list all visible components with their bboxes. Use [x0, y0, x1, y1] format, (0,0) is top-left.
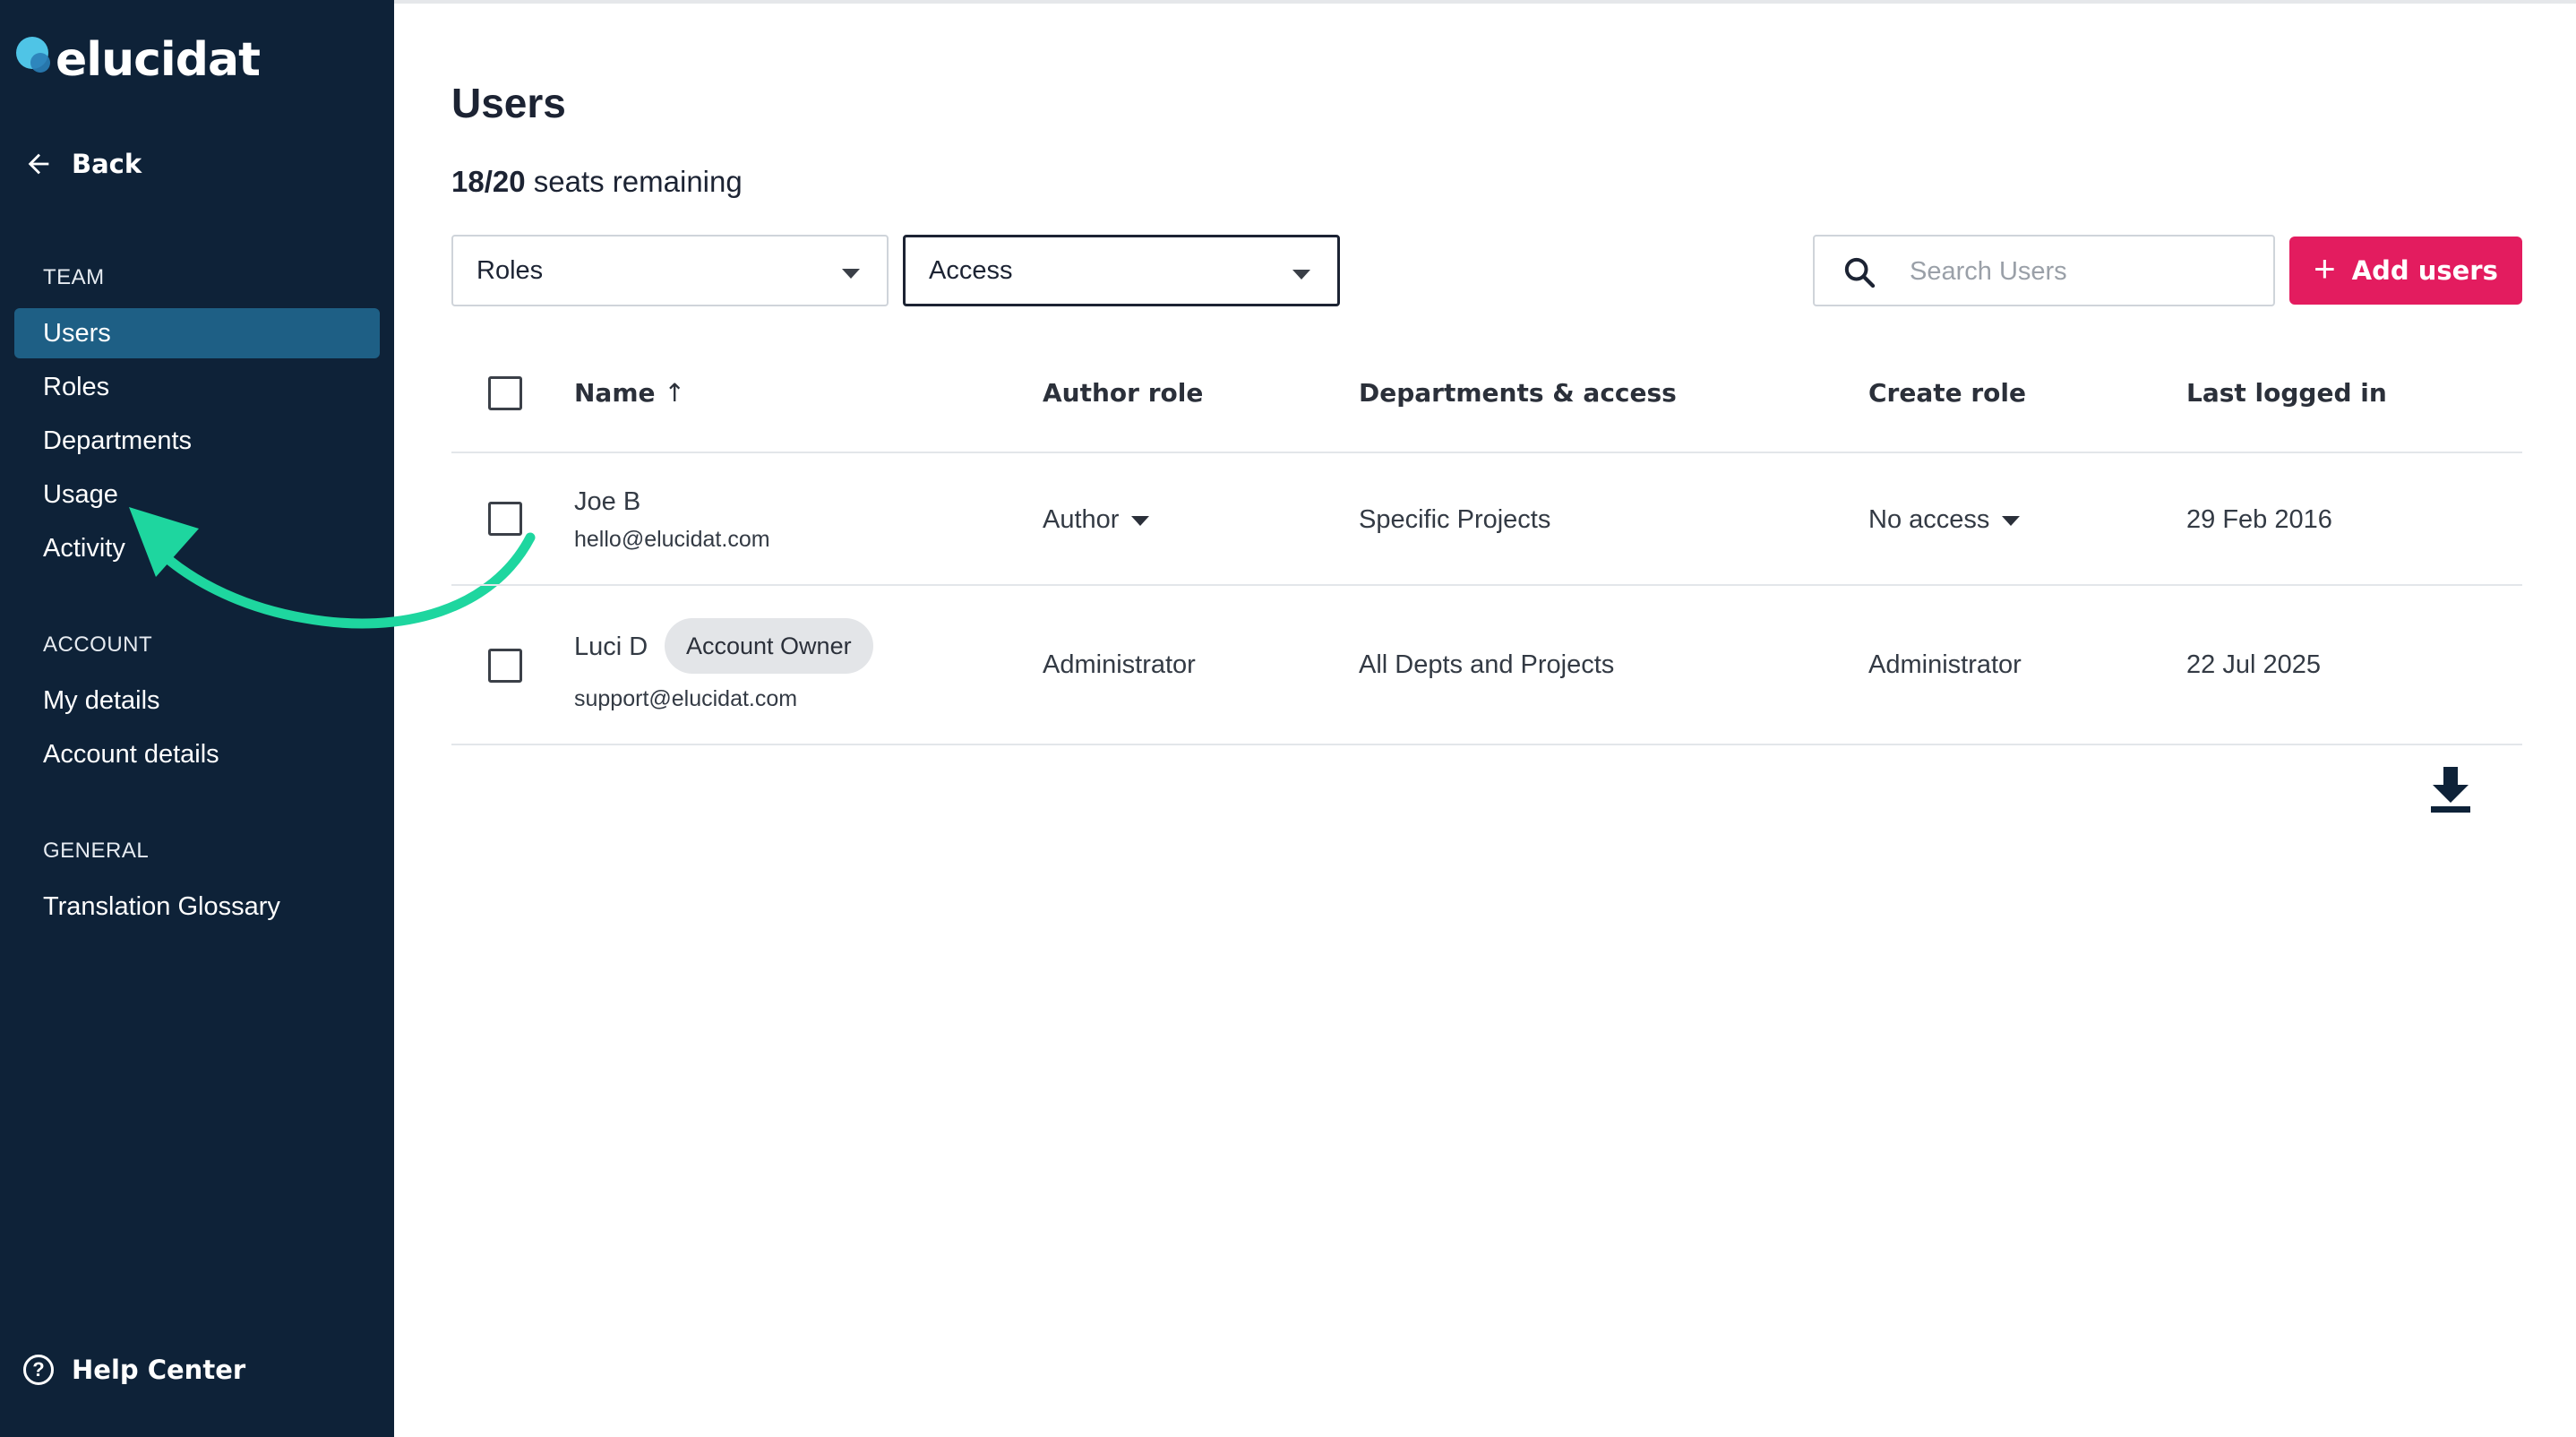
page-title: Users — [451, 80, 566, 126]
seats-count: 18/20 — [451, 165, 526, 198]
plus-icon: + — [2314, 247, 2336, 289]
roles-filter-select[interactable]: Roles — [451, 235, 889, 306]
column-header-name[interactable]: Name ↑ — [574, 378, 685, 408]
sidebar: elucidat Back TEAM Users Roles Departmen… — [0, 0, 394, 1437]
caret-down-icon — [1131, 516, 1150, 526]
help-center-link[interactable]: ? Help Center — [23, 1355, 245, 1385]
account-owner-badge: Account Owner — [665, 618, 873, 674]
sidebar-item-translation-glossary[interactable]: Translation Glossary — [14, 882, 380, 932]
help-center-label: Help Center — [72, 1355, 246, 1385]
author-role: Administrator — [1043, 650, 1196, 679]
elucidat-logo[interactable]: elucidat — [16, 29, 261, 91]
author-role-dropdown[interactable]: Author — [1043, 505, 1150, 535]
column-header-create-role: Create role — [1868, 378, 2026, 408]
user-email: hello@elucidat.com — [574, 527, 770, 552]
access-filter-label: Access — [929, 255, 1013, 285]
column-header-name-label: Name — [574, 378, 656, 408]
add-users-label: Add users — [2351, 255, 2498, 286]
sidebar-item-account-details[interactable]: Account details — [14, 729, 380, 779]
search-box — [1813, 235, 2275, 306]
row-checkbox[interactable] — [488, 649, 522, 683]
author-role-value: Author — [1043, 505, 1120, 534]
search-icon — [1844, 257, 1876, 288]
sidebar-item-users[interactable]: Users — [14, 308, 380, 358]
roles-filter-label: Roles — [477, 255, 544, 285]
departments-access: All Depts and Projects — [1359, 650, 1615, 679]
create-role-value: No access — [1868, 505, 1990, 534]
seats-remaining: 18/20 seats remaining — [451, 165, 743, 199]
arrow-left-icon — [28, 153, 49, 175]
row-divider — [451, 584, 2522, 586]
chevron-down-icon — [1292, 270, 1310, 280]
column-header-author-role: Author role — [1043, 378, 1204, 408]
select-all-checkbox[interactable] — [488, 376, 522, 410]
user-email: support@elucidat.com — [574, 686, 798, 711]
download-icon[interactable] — [2431, 767, 2470, 813]
seats-text: seats remaining — [525, 165, 743, 198]
add-users-button[interactable]: + Add users — [2289, 237, 2522, 305]
user-name: Joe B — [574, 487, 641, 516]
access-filter-select[interactable]: Access — [903, 235, 1340, 306]
back-label: Back — [72, 149, 142, 179]
chevron-down-icon — [842, 269, 860, 279]
table-header-divider — [451, 452, 2522, 453]
top-border — [394, 0, 2576, 4]
annotation-arrow-icon — [129, 507, 536, 629]
caret-down-icon — [2002, 516, 2021, 526]
last-logged-in: 29 Feb 2016 — [2186, 505, 2332, 534]
sidebar-item-my-details[interactable]: My details — [14, 675, 380, 726]
row-checkbox[interactable] — [488, 502, 522, 536]
create-role: Administrator — [1868, 650, 2022, 679]
sidebar-item-departments[interactable]: Departments — [14, 416, 380, 466]
section-title-general: GENERAL — [43, 839, 150, 863]
column-header-last-logged-in: Last logged in — [2186, 378, 2387, 408]
user-name: Luci D — [574, 632, 648, 661]
departments-access: Specific Projects — [1359, 505, 1551, 534]
logo-mark-icon — [16, 33, 61, 87]
help-icon: ? — [23, 1355, 54, 1385]
column-header-departments: Departments & access — [1359, 378, 1677, 408]
create-role-dropdown[interactable]: No access — [1868, 505, 2021, 535]
sort-ascending-icon: ↑ — [664, 378, 685, 408]
logo-text: elucidat — [56, 33, 261, 87]
section-title-team: TEAM — [43, 265, 105, 289]
sidebar-item-roles[interactable]: Roles — [14, 362, 380, 412]
search-input[interactable] — [1910, 249, 2259, 294]
last-logged-in: 22 Jul 2025 — [2186, 650, 2321, 679]
row-divider — [451, 744, 2522, 745]
back-button[interactable]: Back — [23, 149, 142, 179]
